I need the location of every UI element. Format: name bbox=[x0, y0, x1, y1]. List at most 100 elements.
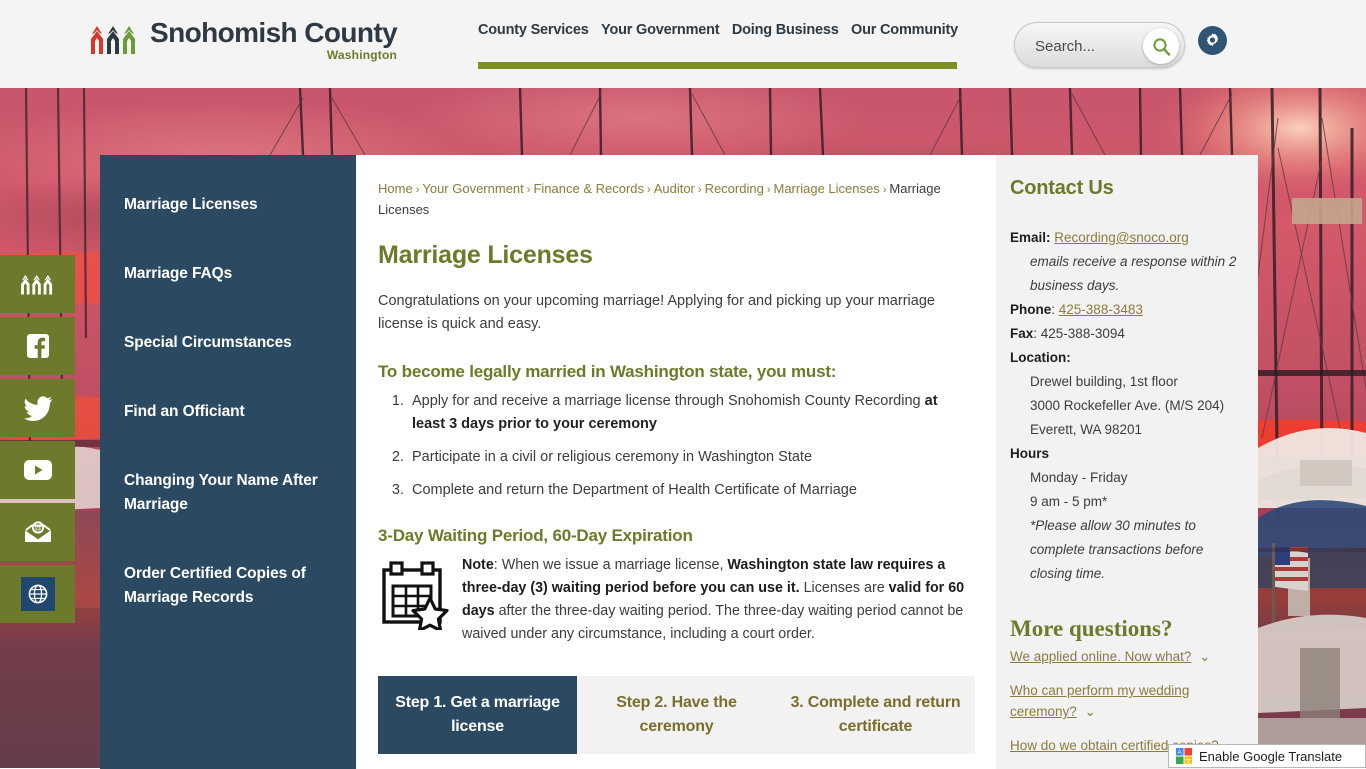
search-submit-button[interactable] bbox=[1143, 28, 1179, 64]
breadcrumb-link-home[interactable]: Home bbox=[378, 181, 413, 196]
phone-label: Phone bbox=[1010, 302, 1052, 317]
tab-step-2[interactable]: Step 2. Have the ceremony bbox=[577, 676, 776, 754]
breadcrumb-link-auditor[interactable]: Auditor bbox=[654, 181, 695, 196]
social-link-youtube[interactable] bbox=[0, 441, 75, 499]
breadcrumb-separator: › bbox=[882, 184, 887, 196]
chevron-down-icon: ⌄ bbox=[1195, 649, 1211, 664]
social-link-county-logo[interactable] bbox=[0, 255, 75, 313]
site-header: Snohomish County Washington County Servi… bbox=[0, 0, 1366, 88]
globe-icon bbox=[28, 584, 47, 604]
email-label: Email: bbox=[1010, 230, 1051, 245]
phone-link[interactable]: 425-388-3483 bbox=[1059, 302, 1143, 317]
breadcrumb-separator: › bbox=[766, 184, 771, 196]
tab-step-3[interactable]: 3. Complete and return certificate bbox=[776, 676, 975, 754]
breadcrumb-link-marriage-licenses[interactable]: Marriage Licenses bbox=[774, 181, 880, 196]
more-questions-title: More questions? bbox=[1010, 616, 1173, 641]
youtube-icon bbox=[23, 460, 52, 480]
breadcrumb-separator: › bbox=[697, 184, 702, 196]
social-link-globe[interactable] bbox=[0, 565, 75, 623]
page-title: Marriage Licenses bbox=[378, 241, 593, 269]
contact-sidebar: Contact Us Email: Recording@snoco.org em… bbox=[996, 155, 1258, 769]
waiting-period-note: Note: When we issue a marriage license, … bbox=[378, 554, 966, 646]
req-2-text: Participate in a civil or religious cere… bbox=[412, 449, 813, 465]
nav-item-doing-business[interactable]: Doing Business bbox=[732, 22, 839, 38]
tab-step-1[interactable]: Step 1. Get a marriage license bbox=[378, 676, 577, 754]
breadcrumb-link-your-government[interactable]: Your Government bbox=[422, 181, 523, 196]
globe-tile-inner bbox=[20, 577, 55, 611]
note-p2: Licenses are bbox=[799, 580, 889, 596]
step-tabs: Step 1. Get a marriage license Step 2. H… bbox=[378, 676, 975, 754]
facebook-icon bbox=[26, 334, 49, 358]
social-link-facebook[interactable] bbox=[0, 317, 75, 375]
three-mountains-logo-icon bbox=[20, 274, 52, 295]
sidebar-item-special-circumstances[interactable]: Special Circumstances bbox=[100, 321, 356, 365]
breadcrumb-separator: › bbox=[647, 184, 651, 196]
intro-paragraph: Congratulations on your upcoming marriag… bbox=[378, 293, 935, 332]
settings-button[interactable] bbox=[1198, 26, 1227, 55]
req-3-text: Complete and return the Department of He… bbox=[412, 482, 857, 498]
sidebar-item-order-certified-copies[interactable]: Order Certified Copies of Marriage Recor… bbox=[100, 552, 356, 620]
gear-icon bbox=[1206, 33, 1219, 47]
chevron-down-icon: ⌄ bbox=[1080, 704, 1096, 719]
breadcrumb-separator: › bbox=[415, 184, 420, 196]
list-item: Complete and return the Department of He… bbox=[408, 479, 966, 502]
sidebar-item-changing-your-name[interactable]: Changing Your Name After Marriage bbox=[100, 459, 356, 527]
google-translate-icon: A 文 bbox=[1176, 748, 1192, 764]
requirements-list: Apply for and receive a marriage license… bbox=[378, 390, 966, 502]
email-envelope-icon: @ bbox=[24, 521, 51, 542]
svg-text:A: A bbox=[1177, 749, 1182, 756]
site-logo[interactable]: Snohomish County Washington bbox=[88, 17, 398, 62]
breadcrumb-link-finance-records[interactable]: Finance & Records bbox=[533, 181, 644, 196]
social-link-email[interactable]: @ bbox=[0, 503, 75, 561]
nav-item-our-community[interactable]: Our Community bbox=[851, 22, 958, 38]
google-translate-bar[interactable]: A 文 Enable Google Translate bbox=[1168, 744, 1366, 768]
note-p1: : When we issue a marriage license, bbox=[493, 557, 728, 573]
search-icon bbox=[1152, 37, 1170, 56]
note-label: Note bbox=[462, 557, 494, 573]
sidebar-item-marriage-faqs[interactable]: Marriage FAQs bbox=[100, 252, 356, 296]
list-item: Participate in a civil or religious cere… bbox=[408, 446, 966, 469]
contact-us-title: Contact Us bbox=[1010, 177, 1114, 199]
nav-item-your-government[interactable]: Your Government bbox=[601, 22, 720, 38]
requirements-heading: To become legally married in Washington … bbox=[378, 362, 837, 381]
location-line-3: Everett, WA 98201 bbox=[1030, 422, 1143, 437]
social-media-rail: @ bbox=[0, 255, 75, 627]
breadcrumb: Home › Your Government › Finance & Records › A… bbox=[378, 179, 966, 219]
email-link[interactable]: Recording@snoco.org bbox=[1054, 230, 1189, 245]
three-mountains-logo-icon bbox=[91, 26, 135, 54]
faq-link-1-label: We applied online. Now what? bbox=[1010, 649, 1192, 664]
location-label: Location: bbox=[1010, 350, 1071, 365]
faq-link-who-can-perform[interactable]: Who can perform my wedding ceremony? ⌄ bbox=[1010, 680, 1240, 722]
hours-days: Monday - Friday bbox=[1030, 470, 1128, 485]
sidebar-item-find-an-officiant[interactable]: Find an Officiant bbox=[100, 390, 356, 434]
svg-text:@: @ bbox=[34, 524, 42, 533]
location-line-2: 3000 Rockefeller Ave. (M/S 204) bbox=[1030, 398, 1225, 413]
primary-navigation: County Services Your Government Doing Bu… bbox=[478, 22, 958, 38]
faq-link-2-label: Who can perform my wedding ceremony? bbox=[1010, 683, 1190, 719]
section-sidebar-nav: Marriage Licenses Marriage FAQs Special … bbox=[100, 155, 356, 769]
logo-subtitle: Washington bbox=[326, 48, 398, 62]
hours-time: 9 am - 5 pm* bbox=[1030, 494, 1108, 509]
nav-item-county-services[interactable]: County Services bbox=[478, 22, 589, 38]
main-content-column: Home › Your Government › Finance & Records › A… bbox=[356, 155, 996, 769]
req-1-text: Apply for and receive a marriage license… bbox=[412, 393, 925, 409]
nav-underline-bar bbox=[478, 62, 957, 69]
search-input[interactable] bbox=[1033, 34, 1143, 58]
google-translate-label: Enable Google Translate bbox=[1199, 748, 1343, 764]
waiting-period-note-text: Note: When we issue a marriage license, … bbox=[462, 554, 966, 646]
breadcrumb-link-recording[interactable]: Recording bbox=[705, 181, 764, 196]
search-box[interactable] bbox=[1014, 22, 1185, 68]
svg-text:文: 文 bbox=[1185, 756, 1192, 764]
social-link-twitter[interactable] bbox=[0, 379, 75, 437]
sidebar-item-marriage-licenses[interactable]: Marriage Licenses bbox=[100, 183, 356, 227]
fax-label: Fax bbox=[1010, 326, 1034, 341]
faq-link-applied-online[interactable]: We applied online. Now what? ⌄ bbox=[1010, 646, 1240, 667]
note-p3: after the three-day waiting period. The … bbox=[462, 603, 964, 642]
contact-details: Email: Recording@snoco.org emails receiv… bbox=[1010, 226, 1240, 586]
twitter-icon bbox=[23, 396, 52, 421]
waiting-period-heading: 3-Day Waiting Period, 60-Day Expiration bbox=[378, 526, 693, 545]
logo-title: Snohomish County bbox=[150, 17, 398, 48]
breadcrumb-separator: › bbox=[526, 184, 531, 196]
list-item: Apply for and receive a marriage license… bbox=[408, 390, 966, 436]
page-content: Marriage Licenses Marriage FAQs Special … bbox=[100, 155, 1258, 769]
